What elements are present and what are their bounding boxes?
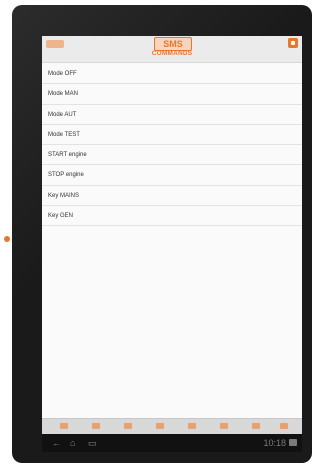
- app-logo: SMS: [154, 37, 192, 51]
- bottom-toolbar: [42, 418, 302, 435]
- command-key-mains[interactable]: Key MAINS: [42, 186, 302, 207]
- tablet-screen: SMS COMMANDS Mode OFF Mode MAN Mode AUT …: [42, 36, 302, 452]
- battery-icon: [289, 439, 297, 446]
- command-list: Mode OFF Mode MAN Mode AUT Mode TEST STA…: [42, 64, 302, 227]
- window-icon[interactable]: [288, 38, 298, 48]
- tool-icon[interactable]: [92, 423, 100, 429]
- command-mode-man[interactable]: Mode MAN: [42, 84, 302, 105]
- page-title: COMMANDS: [151, 50, 193, 57]
- command-stop-engine[interactable]: STOP engine: [42, 165, 302, 186]
- system-clock: 10:18: [263, 438, 286, 448]
- recents-icon[interactable]: ▭: [88, 436, 97, 450]
- chart-icon[interactable]: [156, 423, 164, 429]
- exit-icon[interactable]: [280, 423, 288, 429]
- home-icon[interactable]: [60, 423, 68, 429]
- settings-icon[interactable]: [220, 423, 228, 429]
- side-indicator-dot: [4, 236, 10, 242]
- command-mode-aut[interactable]: Mode AUT: [42, 105, 302, 125]
- system-bar: ← ⌂ ▭ 10:18: [42, 434, 302, 452]
- home-nav-icon[interactable]: ⌂: [70, 436, 75, 450]
- command-key-gen[interactable]: Key GEN: [42, 206, 302, 227]
- back-icon[interactable]: ←: [52, 436, 61, 450]
- app-header: SMS COMMANDS: [42, 36, 302, 63]
- alarm-icon[interactable]: [188, 423, 196, 429]
- command-mode-test[interactable]: Mode TEST: [42, 125, 302, 146]
- command-start-engine[interactable]: START engine: [42, 145, 302, 166]
- command-mode-off[interactable]: Mode OFF: [42, 64, 302, 85]
- menu-icon[interactable]: [46, 40, 64, 48]
- arrow-icon[interactable]: [124, 423, 132, 429]
- info-icon[interactable]: [252, 423, 260, 429]
